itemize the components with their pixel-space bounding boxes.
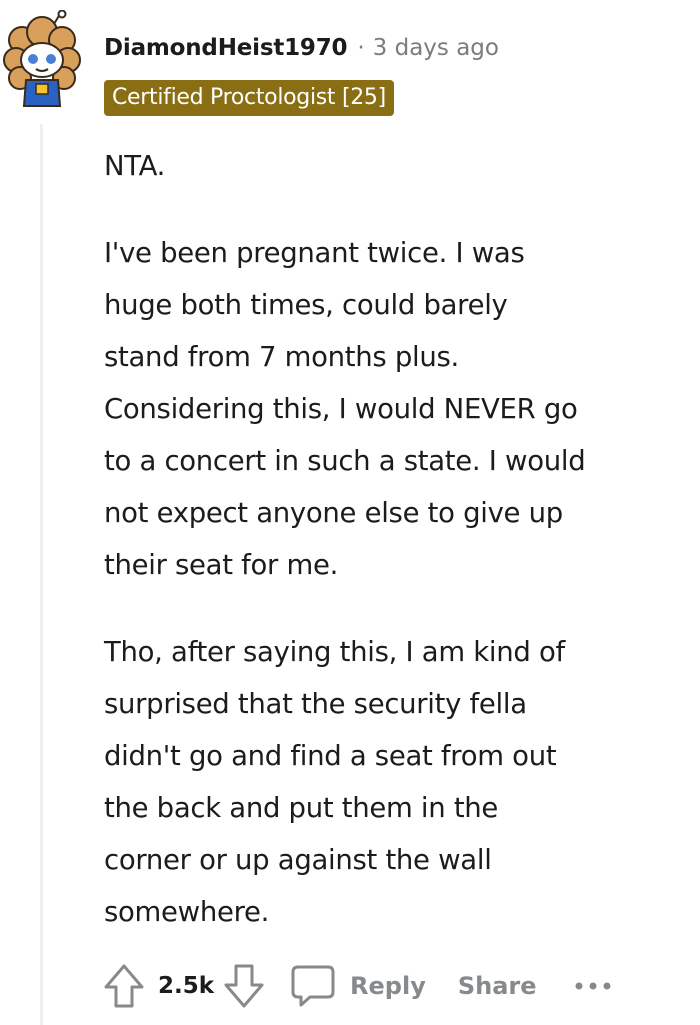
upvote-button[interactable] — [100, 962, 148, 1010]
ellipsis-icon — [575, 982, 611, 990]
comment-paragraph: Tho, after saying this, I am kind of sur… — [104, 636, 565, 928]
avatar[interactable] — [2, 9, 84, 108]
timestamp[interactable]: 3 days ago — [373, 35, 499, 61]
comment-body: NTA. I've been pregnant twice. I was hug… — [104, 140, 694, 973]
reply-label: Reply — [350, 972, 426, 1000]
speech-bubble-icon — [291, 965, 335, 1007]
more-options-button[interactable] — [573, 971, 613, 1001]
thread-line[interactable] — [40, 124, 43, 1025]
share-label: Share — [457, 972, 537, 1000]
comment-paragraph: I've been pregnant twice. I was huge bot… — [104, 237, 586, 581]
upvote-arrow-icon — [104, 964, 144, 1008]
avatar-icon — [3, 9, 81, 107]
author-name[interactable]: DiamondHeist1970 — [104, 35, 348, 61]
downvote-button[interactable] — [220, 962, 268, 1010]
comment-actions: 2.5k Reply Share — [100, 960, 613, 1012]
comment-paragraph: NTA. — [104, 150, 166, 182]
vote-score: 2.5k — [158, 973, 215, 999]
downvote-arrow-icon — [224, 964, 264, 1008]
meta-separator: · — [357, 35, 365, 61]
comment-header: DiamondHeist1970 · 3 days ago — [104, 30, 499, 66]
share-button[interactable]: Share — [458, 972, 537, 1000]
user-flair: Certified Proctologist [25] — [104, 80, 394, 116]
reply-button[interactable]: Reply — [290, 964, 426, 1008]
